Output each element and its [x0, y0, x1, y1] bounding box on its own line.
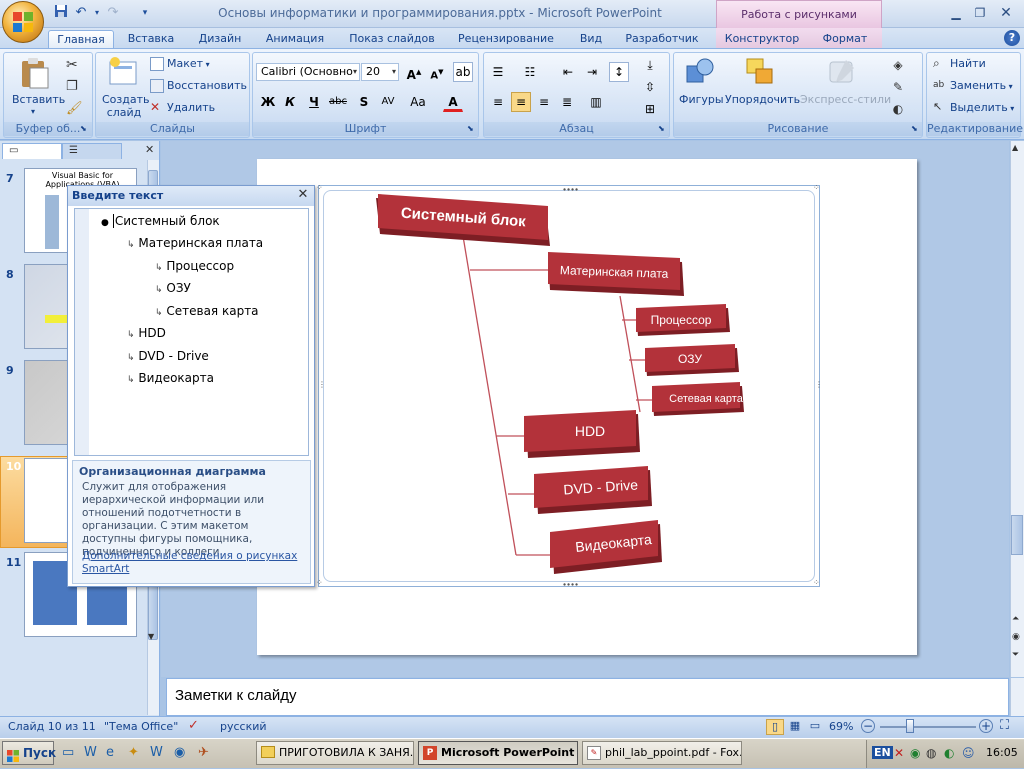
- layout-description-body: Служит для отображения иерархической инф…: [82, 481, 265, 558]
- clock: 16:05: [986, 746, 1018, 759]
- media-quicklaunch-icon[interactable]: ◉: [174, 745, 185, 760]
- layout-description-title: Организационная диаграмма: [79, 465, 266, 478]
- layout-description: Организационная диаграмма Служит для ото…: [72, 460, 311, 584]
- list-item-text: Материнская плата: [138, 236, 264, 250]
- windows-logo-icon: [7, 747, 19, 762]
- more-info-link[interactable]: Дополнительные сведения о рисунках Smart…: [82, 550, 304, 576]
- tray-icon-4[interactable]: ◐: [944, 746, 954, 760]
- sub-bullet-icon: ↳: [127, 375, 135, 385]
- node-cpu-label: Процессор: [651, 313, 712, 327]
- node-motherboard[interactable]: Материнская плата: [548, 252, 684, 296]
- list-item-text: DVD - Drive: [138, 349, 209, 363]
- zoom-in-icon[interactable]: +: [979, 719, 993, 733]
- zoom-slider-thumb[interactable]: [906, 719, 914, 733]
- text-pane-close-icon[interactable]: ✕: [296, 188, 310, 202]
- taskbar-item-label: Microsoft PowerPoint ...: [441, 746, 578, 759]
- node-dvd[interactable]: DVD - Drive: [534, 466, 652, 514]
- sub-bullet-icon: ↳: [155, 308, 163, 318]
- wordpad-quicklaunch-icon[interactable]: W: [150, 745, 163, 760]
- start-button[interactable]: Пуск: [2, 741, 57, 765]
- list-item-text: Сетевая карта: [166, 304, 259, 318]
- node-hdd-label: HDD: [575, 423, 605, 439]
- list-item-text: ОЗУ: [166, 281, 191, 295]
- list-item-text: HDD: [138, 326, 166, 340]
- slide-counter: Слайд 10 из 11: [8, 720, 96, 733]
- office-button[interactable]: [2, 1, 44, 43]
- list-item[interactable]: ● Системный блок: [101, 214, 220, 228]
- messenger-quicklaunch-icon[interactable]: ✦: [128, 745, 139, 760]
- fit-to-window-icon[interactable]: ⛶: [1000, 718, 1009, 733]
- node-root[interactable]: Системный блок: [376, 194, 550, 246]
- list-item[interactable]: ↳ Видеокарта: [127, 371, 214, 385]
- list-item-text: Системный блок: [112, 214, 220, 228]
- zoom-slider[interactable]: [880, 726, 976, 728]
- tray-icon-5[interactable]: ☺: [962, 746, 975, 760]
- bullet-icon: ●: [101, 218, 109, 228]
- list-item[interactable]: ↳ Процессор: [155, 259, 234, 273]
- list-item[interactable]: ↳ ОЗУ: [155, 281, 191, 295]
- tool-quicklaunch-icon[interactable]: ✈: [198, 745, 209, 760]
- pdf-icon: ✎: [587, 746, 601, 760]
- tray-icon-2[interactable]: ◉: [910, 746, 920, 760]
- slideshow-view-icon[interactable]: ▭: [806, 719, 824, 735]
- text-pane-title: Введите текст: [68, 186, 314, 206]
- tray-icon-1[interactable]: ✕: [894, 746, 904, 760]
- start-label: Пуск: [23, 746, 57, 760]
- sub-bullet-icon: ↳: [155, 285, 163, 295]
- slide-sorter-icon[interactable]: ▦: [786, 719, 804, 735]
- word-quicklaunch-icon[interactable]: W: [84, 745, 97, 760]
- notes-pane[interactable]: Заметки к слайду: [166, 678, 1009, 716]
- ie-quicklaunch-icon[interactable]: e: [106, 745, 114, 760]
- taskbar-item-pdf[interactable]: ✎ phil_lab_ppoint.pdf - Fox...: [582, 741, 742, 765]
- sub-bullet-icon: ↳: [127, 240, 135, 250]
- node-nic-label: Сетевая карта: [669, 393, 744, 405]
- text-pane-list[interactable]: ● Системный блок ↳ Материнская плата ↳ Пр…: [74, 208, 309, 456]
- zoom-level[interactable]: 69%: [829, 720, 853, 733]
- notes-placeholder: Заметки к слайду: [175, 687, 297, 704]
- show-desktop-icon[interactable]: ▭: [62, 745, 74, 760]
- list-item[interactable]: ↳ DVD - Drive: [127, 349, 209, 363]
- sub-bullet-icon: ↳: [155, 263, 163, 273]
- taskbar-item-powerpoint[interactable]: P Microsoft PowerPoint ...: [418, 741, 578, 765]
- folder-icon: [261, 746, 275, 758]
- powerpoint-icon: P: [423, 746, 437, 760]
- zoom-out-icon[interactable]: −: [861, 719, 875, 733]
- node-gpu[interactable]: Видеокарта: [550, 520, 662, 574]
- node-cpu[interactable]: Процессор: [636, 304, 730, 336]
- list-item-text: Процессор: [166, 259, 235, 273]
- taskbar-item-label: phil_lab_ppoint.pdf - Fox...: [605, 746, 742, 759]
- list-item[interactable]: ↳ Сетевая карта: [155, 304, 259, 318]
- spellcheck-icon[interactable]: ✓: [188, 718, 199, 733]
- language-indicator[interactable]: EN: [872, 746, 893, 759]
- sub-bullet-icon: ↳: [127, 330, 135, 340]
- node-ram[interactable]: ОЗУ: [645, 344, 739, 376]
- taskbar-item-label: ПРИГОТОВИЛА К ЗАНЯ...: [279, 746, 414, 759]
- list-item-text: Видеокарта: [138, 371, 214, 385]
- smartart-text-pane[interactable]: Введите текст ✕ ● Системный блок ↳ Матери…: [67, 185, 315, 587]
- theme-name[interactable]: "Тема Office": [104, 720, 178, 733]
- taskbar-item-folder[interactable]: ПРИГОТОВИЛА К ЗАНЯ...: [256, 741, 414, 765]
- list-item[interactable]: ↳ HDD: [127, 326, 166, 340]
- text-pane-gutter: [75, 209, 89, 455]
- normal-view-icon[interactable]: ▯: [766, 719, 784, 735]
- sub-bullet-icon: ↳: [127, 353, 135, 363]
- language[interactable]: русский: [220, 720, 267, 733]
- node-hdd[interactable]: HDD: [524, 410, 640, 458]
- office-logo-icon: [13, 12, 33, 32]
- list-item[interactable]: ↳ Материнская плата: [127, 236, 263, 250]
- tray-icon-3[interactable]: ◍: [926, 746, 936, 760]
- notes-scrollbar[interactable]: [1010, 678, 1024, 716]
- node-ram-label: ОЗУ: [678, 352, 702, 366]
- node-nic[interactable]: Сетевая карта: [652, 382, 744, 416]
